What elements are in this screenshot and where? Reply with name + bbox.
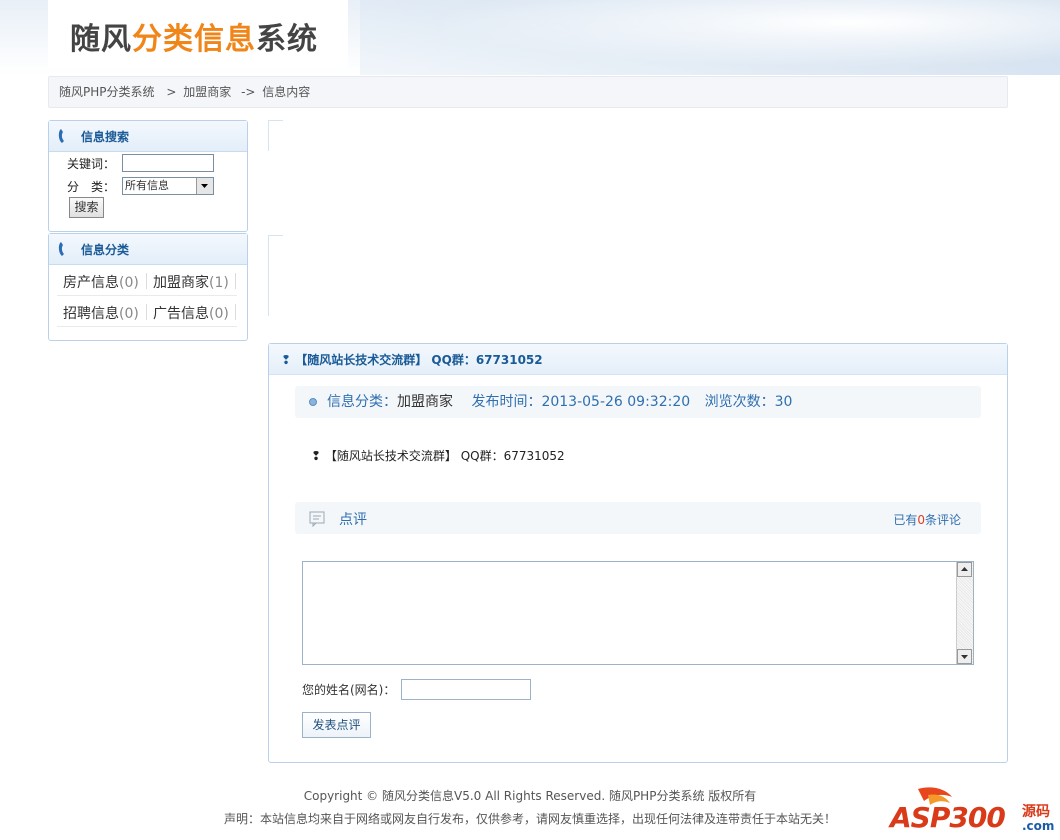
bullet-icon	[309, 398, 317, 406]
category-divider	[235, 304, 236, 320]
category-select-value: 所有信息	[125, 179, 169, 192]
header-sky-decoration	[360, 0, 1060, 75]
meta-time-label: 发布时间：	[471, 394, 542, 410]
comment-count: 已有0条评论	[893, 513, 961, 527]
exclamation-icon: ❢	[311, 449, 325, 463]
brand-com-text: .com	[1022, 819, 1055, 833]
phone-icon	[58, 242, 64, 256]
category-item-ads[interactable]: 广告信息(0)	[153, 303, 229, 323]
category-item-house[interactable]: 房产信息(0)	[63, 272, 139, 292]
category-divider	[146, 304, 147, 320]
breadcrumb-separator: ->	[241, 85, 256, 99]
post-meta-bar: 信息分类：加盟商家 发布时间：2013-05-26 09:32:20 浏览次数：…	[295, 386, 981, 418]
meta-category-value: 加盟商家	[397, 394, 453, 410]
name-label: 您的姓名(网名)：	[302, 683, 396, 697]
keyword-input[interactable]	[122, 154, 214, 172]
post-detail-panel: ❢ 【随风站长技术交流群】 QQ群：67731052 信息分类：加盟商家 发布时…	[268, 343, 1008, 763]
scroll-down-icon[interactable]	[957, 649, 972, 664]
name-input[interactable]	[401, 679, 531, 700]
exclamation-icon: ❢	[281, 353, 296, 367]
brand-logo-asp300[interactable]: ASP300 源码 .com	[888, 783, 1060, 837]
category-item-jobs[interactable]: 招聘信息(0)	[63, 303, 139, 323]
breadcrumb-category-link[interactable]: 加盟商家	[183, 85, 231, 99]
search-panel-title: 信息搜索	[81, 130, 130, 144]
category-panel: 信息分类 房产信息(0) 加盟商家(1) 招聘信息(0) 广告信息(0)	[48, 233, 248, 341]
breadcrumb-separator: >	[166, 85, 177, 99]
comments-header: 点评 已有0条评论	[295, 502, 981, 534]
comments-title: 点评	[339, 512, 367, 528]
site-logo[interactable]: 随风分类信息系统	[48, 0, 348, 68]
chevron-down-icon[interactable]	[196, 178, 213, 194]
comment-icon	[309, 511, 325, 527]
category-row-divider	[57, 326, 237, 327]
brand-cn-text: 源码	[1022, 804, 1050, 820]
search-panel-header: 信息搜索	[49, 121, 247, 152]
search-panel: 信息搜索 关键词： 分 类： 所有信息 搜索	[48, 120, 248, 232]
submit-comment-button[interactable]: 发表点评	[302, 712, 371, 738]
meta-category-label: 信息分类：	[327, 394, 397, 410]
category-divider	[235, 273, 236, 289]
post-title-bar: ❢ 【随风站长技术交流群】 QQ群：67731052	[269, 344, 1007, 375]
comment-textarea[interactable]	[302, 561, 974, 665]
breadcrumb-current: 信息内容	[262, 85, 311, 99]
post-content: ❢ 【随风站长技术交流群】 QQ群：67731052	[311, 447, 565, 464]
brand-text: ASP300	[890, 801, 1006, 834]
ad-placeholder-middle	[268, 235, 283, 316]
phone-icon	[58, 129, 64, 143]
category-row-divider	[57, 295, 237, 296]
category-divider	[146, 273, 147, 289]
breadcrumb-home-link[interactable]: 随风PHP分类系统	[59, 85, 155, 99]
logo-text-part2: 分类信息	[132, 22, 256, 57]
category-select[interactable]: 所有信息	[122, 177, 214, 195]
scroll-up-icon[interactable]	[957, 562, 972, 577]
search-button[interactable]: 搜索	[69, 197, 104, 218]
logo-text-part1: 随风	[70, 22, 132, 57]
keyword-label: 关键词：	[67, 157, 116, 171]
post-title: 【随风站长技术交流群】 QQ群：67731052	[295, 353, 543, 367]
category-item-franchise[interactable]: 加盟商家(1)	[153, 272, 229, 292]
breadcrumb: 随风PHP分类系统 > 加盟商家 -> 信息内容	[48, 76, 1008, 108]
meta-time-value: 2013-05-26 09:32:20	[541, 394, 691, 410]
meta-views-value: 30	[774, 394, 793, 410]
post-content-text: 【随风站长技术交流群】 QQ群：67731052	[324, 449, 565, 463]
textarea-scrollbar[interactable]	[956, 562, 973, 664]
category-panel-header: 信息分类	[49, 234, 247, 265]
ad-placeholder-top	[268, 120, 283, 151]
category-select-label: 分 类：	[67, 180, 116, 194]
meta-views-label: 浏览次数：	[704, 394, 775, 410]
logo-text-part3: 系统	[256, 22, 318, 57]
category-panel-title: 信息分类	[81, 243, 130, 257]
